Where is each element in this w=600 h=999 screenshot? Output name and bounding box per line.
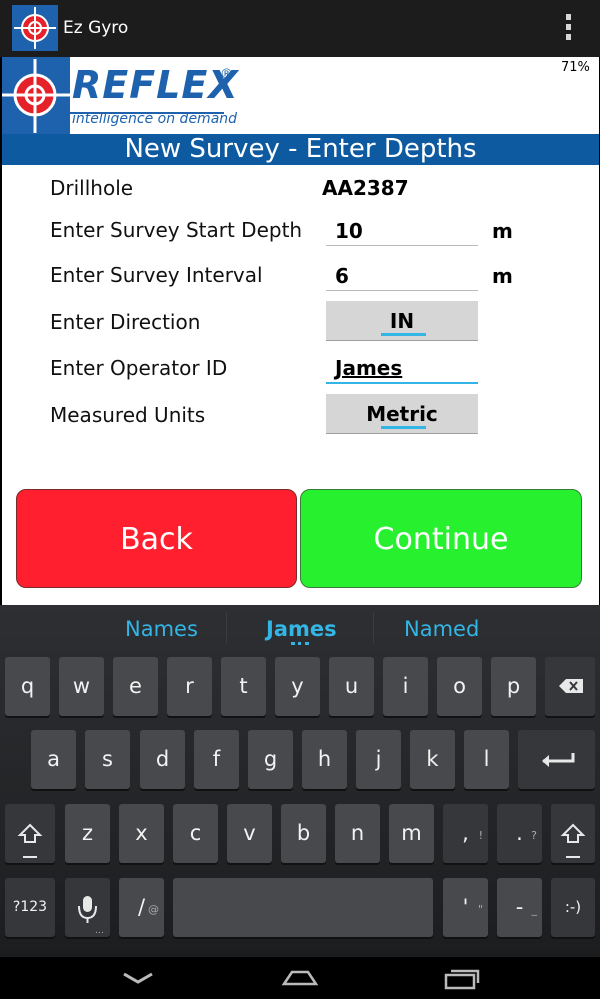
units-underline (381, 426, 426, 429)
key-comma-label: , (462, 821, 469, 845)
key-slash-label: / (137, 895, 146, 919)
key-apostrophe[interactable]: ' " (443, 878, 488, 937)
nav-home-icon[interactable] (280, 964, 320, 992)
suggestion-divider (373, 612, 374, 644)
key-i[interactable]: i (383, 657, 428, 716)
symbols-key[interactable]: ?123 (5, 878, 55, 937)
key-slash[interactable]: / @ (119, 878, 164, 937)
start-depth-input[interactable]: 10 (326, 219, 478, 246)
screen-title: New Survey - Enter Depths (2, 134, 599, 165)
key-period-label: . (516, 821, 523, 845)
key-w[interactable]: w (59, 657, 104, 716)
suggestion-2[interactable]: James (266, 617, 337, 641)
key-v[interactable]: v (227, 804, 272, 863)
key-a[interactable]: a (31, 730, 76, 789)
start-depth-unit: m (492, 219, 513, 243)
key-j[interactable]: j (356, 730, 401, 789)
suggestion-1[interactable]: Names (125, 617, 198, 641)
key-b[interactable]: b (281, 804, 326, 863)
units-spinner[interactable]: Metric (326, 394, 478, 434)
direction-spinner[interactable]: IN (326, 301, 478, 341)
suggestion-divider (226, 612, 227, 644)
microphone-key[interactable]: … (65, 878, 110, 937)
key-m[interactable]: m (389, 804, 434, 863)
start-depth-value: 10 (335, 219, 363, 243)
logo-trademark: ® (220, 67, 233, 82)
key-g[interactable]: g (248, 730, 293, 789)
key-z[interactable]: z (65, 804, 110, 863)
app-icon[interactable] (12, 5, 58, 51)
nav-back-icon[interactable] (118, 964, 158, 992)
shift-icon (560, 823, 586, 858)
key-t[interactable]: t (221, 657, 266, 716)
key-c[interactable]: c (173, 804, 218, 863)
operator-value: James (335, 356, 403, 380)
key-comma-hint: ! (478, 829, 483, 842)
key-l[interactable]: l (464, 730, 509, 789)
start-depth-label: Enter Survey Start Depth (50, 218, 303, 242)
spacebar[interactable] (173, 878, 433, 937)
suggestion-3[interactable]: Named (404, 617, 479, 641)
shift-key-left[interactable] (5, 804, 55, 863)
direction-label: Enter Direction (50, 310, 201, 334)
svg-text:…: … (95, 926, 104, 936)
shift-icon (17, 823, 43, 858)
app-title: Ez Gyro (63, 18, 129, 38)
key-k[interactable]: k (410, 730, 455, 789)
interval-input[interactable]: 6 (326, 264, 478, 291)
enter-icon (542, 753, 575, 767)
key-dash-label: - (515, 895, 524, 919)
backspace-key[interactable] (545, 657, 595, 716)
reflex-logo: REFLEX ® intelligence on demand (2, 57, 302, 137)
key-y[interactable]: y (275, 657, 320, 716)
interval-value: 6 (335, 264, 349, 288)
key-h[interactable]: h (302, 730, 347, 789)
key-dash-hint: _ (531, 903, 538, 916)
key-period[interactable]: . ? (497, 804, 542, 863)
key-p[interactable]: p (491, 657, 536, 716)
interval-label: Enter Survey Interval (50, 263, 263, 287)
interval-unit: m (492, 264, 513, 288)
key-f[interactable]: f (194, 730, 239, 789)
smiley-key[interactable]: :-) (551, 878, 595, 937)
overflow-menu-icon[interactable] (562, 14, 574, 44)
key-q[interactable]: q (5, 657, 50, 716)
enter-key[interactable] (518, 730, 595, 789)
microphone-icon: … (78, 896, 104, 936)
direction-value: IN (389, 309, 415, 333)
drillhole-label: Drillhole (50, 176, 134, 200)
key-slash-hint: @ (148, 903, 159, 916)
units-label: Measured Units (50, 403, 206, 427)
key-u[interactable]: u (329, 657, 374, 716)
logo-brand: REFLEX (72, 63, 239, 107)
key-dash[interactable]: - _ (497, 878, 542, 937)
operator-input[interactable]: James (326, 356, 478, 384)
key-d[interactable]: d (140, 730, 185, 789)
suggestion-more-dots (291, 642, 309, 648)
operator-label: Enter Operator ID (50, 356, 228, 380)
continue-button[interactable]: Continue (300, 489, 582, 588)
nav-recents-icon[interactable] (442, 964, 482, 992)
key-e[interactable]: e (113, 657, 158, 716)
units-value: Metric (366, 402, 438, 426)
key-apostrophe-label: ' (462, 895, 469, 919)
key-x[interactable]: x (119, 804, 164, 863)
back-button[interactable]: Back (16, 489, 297, 588)
key-r[interactable]: r (167, 657, 212, 716)
key-period-hint: ? (531, 829, 537, 842)
key-s[interactable]: s (85, 730, 130, 789)
backspace-icon (559, 679, 583, 693)
key-o[interactable]: o (437, 657, 482, 716)
key-n[interactable]: n (335, 804, 380, 863)
drillhole-value: AA2387 (322, 176, 409, 200)
direction-underline (381, 333, 426, 336)
key-comma[interactable]: , ! (443, 804, 488, 863)
battery-level: 71% (561, 60, 590, 75)
key-apostrophe-hint: " (477, 903, 483, 916)
shift-key-right[interactable] (551, 804, 595, 863)
logo-tagline: intelligence on demand (72, 111, 238, 127)
